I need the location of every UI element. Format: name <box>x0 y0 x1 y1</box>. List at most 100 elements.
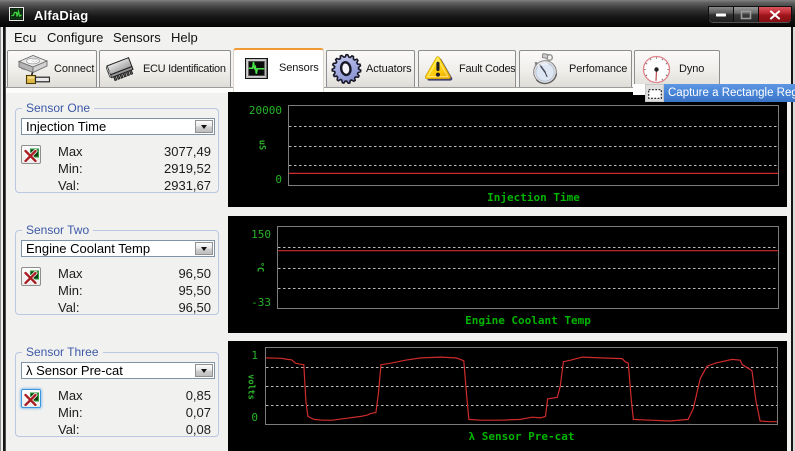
capture-rectangle-icon <box>648 89 662 99</box>
tab-fault-codes[interactable]: Fault Codes <box>418 50 516 87</box>
tab-dyno[interactable]: Dyno <box>634 50 720 87</box>
capture-toolbar-edge <box>633 84 645 95</box>
tab-perfomance[interactable]: Perfomance <box>519 50 632 87</box>
min-value: 0,07 <box>185 405 211 420</box>
sensor-one-clear-button[interactable] <box>21 145 41 164</box>
capture-icon-cell[interactable] <box>645 84 664 102</box>
max-label: Max <box>58 266 83 281</box>
window-title: AlfaDiag <box>34 8 89 23</box>
warning-icon <box>424 56 453 81</box>
sensor-two-selected: Engine Coolant Temp <box>26 241 151 256</box>
sensor-two-dropdown-button[interactable] <box>195 242 213 255</box>
val-value: 0,08 <box>185 422 211 437</box>
capture-tool-overlay: Capture a Rectangle Reg <box>633 84 795 102</box>
tab-ecu-identification[interactable]: ECU Identification <box>99 50 231 87</box>
tab-actuators-label: Actuators <box>366 63 412 75</box>
val-label: Val: <box>58 178 80 193</box>
y-axis-min-tick: -33 <box>251 296 271 309</box>
sensor-one-selected: Injection Time <box>26 119 107 134</box>
y-axis-max-tick: 20000 <box>248 104 282 117</box>
sensor-two-group: Sensor Two Engine Coolant Temp Max 96,50… <box>15 223 219 315</box>
y-axis-max-tick: 150 <box>251 228 271 241</box>
tab-connect-label: Connect <box>54 63 95 75</box>
y-axis-min-tick: 0 <box>275 173 282 186</box>
engine-coolant-temp-chart: 150 -33 °C Engine Coolant Temp <box>228 216 787 333</box>
y-axis-max-tick: 1 <box>251 349 258 362</box>
val-value: 2931,67 <box>164 178 211 193</box>
chart-title: λ Sensor Pre-cat <box>468 430 575 443</box>
gauge-icon <box>642 55 671 83</box>
y-axis-unit-label: volts <box>245 374 256 400</box>
sensor-three-dropdown-button[interactable] <box>195 364 213 377</box>
sensor-three-clear-button[interactable] <box>21 389 41 408</box>
val-label: Val: <box>58 300 80 315</box>
clear-chart-icon <box>24 392 39 406</box>
dropdown-arrow-icon <box>201 124 207 129</box>
sensor-one-dropdown-button[interactable] <box>195 120 213 133</box>
clear-chart-icon <box>24 148 39 162</box>
tab-fault-codes-label: Fault Codes <box>459 63 516 75</box>
min-value: 95,50 <box>178 283 211 298</box>
sensor-two-title: Sensor Two <box>22 223 94 237</box>
y-axis-unit-label: °C <box>254 261 265 273</box>
capture-menu-item[interactable]: Capture a Rectangle Reg <box>664 84 795 102</box>
window-controls <box>709 7 791 22</box>
lambda-sensor-chart: 1 0 volts λ Sensor Pre-cat <box>228 341 787 451</box>
sensor-three-combobox[interactable]: λ Sensor Pre-cat <box>21 362 215 379</box>
tab-sensors-label: Sensors <box>279 62 319 74</box>
tab-sensors[interactable]: Sensors <box>233 48 324 92</box>
menu-bar: Ecu Configure Sensors Help <box>6 27 791 48</box>
max-label: Max <box>58 388 83 403</box>
min-label: Min: <box>58 405 83 420</box>
sensor-three-group: Sensor Three λ Sensor Pre-cat Max 0,85 M… <box>15 345 219 437</box>
menu-configure[interactable]: Configure <box>47 30 103 47</box>
min-label: Min: <box>58 161 83 176</box>
minimize-button[interactable] <box>709 7 734 22</box>
tab-connect[interactable]: Connect <box>7 50 97 87</box>
dropdown-arrow-icon <box>201 368 207 373</box>
val-label: Val: <box>58 422 80 437</box>
sensor-one-group: Sensor One Injection Time Max 3077,49 Mi… <box>15 101 219 193</box>
sensor-two-combobox[interactable]: Engine Coolant Temp <box>21 240 215 257</box>
oscilloscope-icon <box>245 57 268 79</box>
plot-area <box>277 226 779 309</box>
gear-icon <box>331 53 362 85</box>
tab-dyno-label: Dyno <box>679 63 705 75</box>
chart-title: Injection Time <box>487 191 580 204</box>
min-label: Min: <box>58 283 83 298</box>
sensor-three-title: Sensor Three <box>22 345 103 359</box>
tab-perfomance-label: Perfomance <box>569 63 628 75</box>
sensor-one-title: Sensor One <box>22 101 95 115</box>
alfadiag-window: AlfaDiag Ecu Configure Sensors Help Conn… <box>0 0 795 451</box>
tab-ecu-identification-label: ECU Identification <box>143 63 226 75</box>
max-value: 96,50 <box>178 266 211 281</box>
menu-help[interactable]: Help <box>171 30 198 47</box>
title-bar: AlfaDiag <box>0 0 795 27</box>
injection-time-chart: 20000 0 uS Injection Time <box>228 92 787 207</box>
app-icon <box>9 7 24 21</box>
y-axis-min-tick: 0 <box>251 411 258 424</box>
min-value: 2919,52 <box>164 161 211 176</box>
connect-icon <box>17 54 50 84</box>
close-button[interactable] <box>759 7 791 22</box>
y-axis-unit-label: uS <box>256 139 267 151</box>
sensor-three-selected: λ Sensor Pre-cat <box>26 363 123 378</box>
val-value: 96,50 <box>178 300 211 315</box>
menu-sensors[interactable]: Sensors <box>113 30 161 47</box>
plot-area <box>265 347 778 425</box>
capture-menu-item-label: Capture a Rectangle Reg <box>668 87 795 99</box>
chip-icon <box>105 57 134 82</box>
maximize-button[interactable] <box>734 7 759 22</box>
tab-actuators[interactable]: Actuators <box>326 50 415 87</box>
sensor-one-combobox[interactable]: Injection Time <box>21 118 215 135</box>
sensor-two-clear-button[interactable] <box>21 267 41 286</box>
dropdown-arrow-icon <box>201 246 207 251</box>
menu-ecu[interactable]: Ecu <box>14 30 36 47</box>
max-value: 3077,49 <box>164 144 211 159</box>
max-value: 0,85 <box>185 388 211 403</box>
plot-area <box>288 105 779 186</box>
max-label: Max <box>58 144 83 159</box>
stopwatch-icon <box>533 53 558 85</box>
chart-title: Engine Coolant Temp <box>465 314 591 327</box>
clear-chart-icon <box>24 270 39 284</box>
